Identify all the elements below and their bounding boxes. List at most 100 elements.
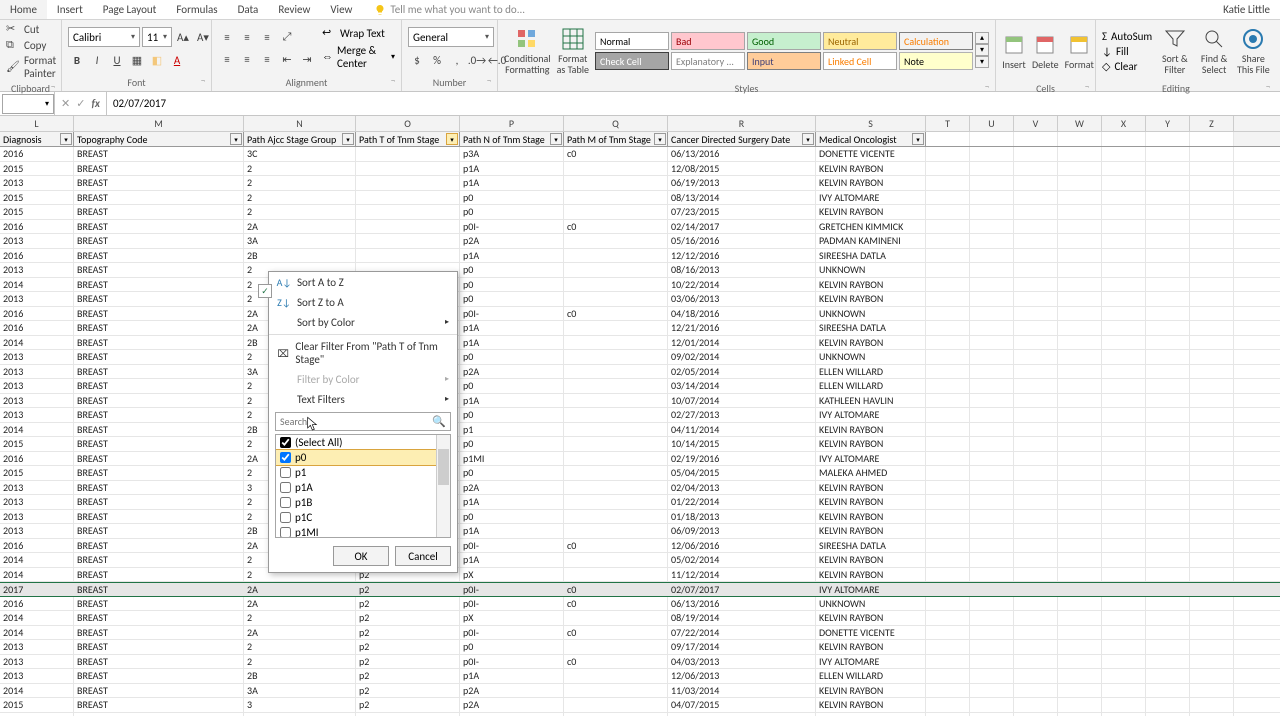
cell[interactable]: p0 (460, 278, 564, 292)
cell[interactable]: p0 (460, 263, 564, 277)
cell[interactable]: p1A (460, 336, 564, 350)
cell[interactable]: 2016 (0, 321, 74, 335)
cell[interactable] (564, 684, 668, 698)
fill-color-button[interactable]: ◧ (148, 51, 166, 69)
cell[interactable]: 3C (244, 147, 356, 161)
cell[interactable] (356, 220, 460, 234)
filter-item[interactable]: p1 (276, 465, 450, 480)
cell[interactable]: p1A (460, 249, 564, 263)
cell[interactable]: p0I- (460, 583, 564, 596)
cell[interactable]: BREAST (74, 583, 244, 596)
table-row[interactable]: 2016BREAST2Ap1A12/21/2016SIREESHA DATLA (0, 321, 1280, 336)
cell[interactable]: BREAST (74, 307, 244, 321)
cell[interactable]: KELVIN RAYBON (816, 292, 926, 306)
number-format-combo[interactable]: General▾ (408, 27, 494, 47)
cell[interactable]: 10/07/2014 (668, 394, 816, 408)
cell[interactable] (564, 568, 668, 582)
font-color-button[interactable]: A (168, 51, 186, 69)
cell[interactable] (356, 205, 460, 219)
filter-button-M[interactable]: ▾ (230, 133, 242, 145)
col-header-V[interactable]: V (1014, 116, 1058, 131)
insert-button[interactable]: Insert (1002, 22, 1026, 80)
cell[interactable]: 12/01/2014 (668, 336, 816, 350)
cell[interactable]: 04/07/2015 (668, 698, 816, 712)
table-row[interactable]: 2014BREAST2p2pX08/19/2014KELVIN RAYBON (0, 611, 1280, 626)
cell[interactable]: 02/27/2013 (668, 408, 816, 422)
cell[interactable]: 2016 (0, 307, 74, 321)
table-row[interactable]: 2014BREAST2Bp1A12/01/2014KELVIN RAYBON (0, 336, 1280, 351)
cell[interactable]: IVY ALTOMARE (816, 452, 926, 466)
cell[interactable]: SIREESHA DATLA (816, 321, 926, 335)
cell[interactable]: p0 (460, 640, 564, 654)
cell[interactable]: 2015 (0, 437, 74, 451)
cell[interactable]: 2016 (0, 597, 74, 611)
cell[interactable]: BREAST (74, 249, 244, 263)
cell[interactable] (564, 292, 668, 306)
cell[interactable]: c0 (564, 597, 668, 611)
cell[interactable]: 2013 (0, 524, 74, 538)
cell[interactable] (564, 234, 668, 248)
filter-item[interactable]: p1C (276, 510, 450, 525)
cell[interactable] (564, 321, 668, 335)
format-as-table-button[interactable]: Format as Table (557, 22, 589, 80)
table-row[interactable]: 2013BREAST2Bp2p1A12/06/2013ELLEN WILLARD (0, 669, 1280, 684)
cell[interactable]: 2014 (0, 278, 74, 292)
cell[interactable]: BREAST (74, 684, 244, 698)
cell[interactable]: 2013 (0, 669, 74, 683)
table-row[interactable]: 2013BREAST3Ap2A02/05/2014ELLEN WILLARD (0, 365, 1280, 380)
cell[interactable]: 2013 (0, 292, 74, 306)
cell[interactable]: p0I- (460, 626, 564, 640)
cell[interactable]: 03/14/2014 (668, 379, 816, 393)
cell[interactable]: 12/06/2016 (668, 539, 816, 553)
style-normal[interactable]: Normal (595, 32, 669, 50)
cell[interactable] (564, 249, 668, 263)
table-row[interactable]: 2013BREAST2p2p001/18/2013KELVIN RAYBON (0, 510, 1280, 525)
table-row[interactable]: 2015BREAST2p1A12/08/2015KELVIN RAYBON (0, 162, 1280, 177)
cell[interactable]: 2A (244, 597, 356, 611)
cell[interactable]: KELVIN RAYBON (816, 510, 926, 524)
copy-button[interactable]: ⧉Copy (6, 38, 56, 52)
cell[interactable]: 02/19/2016 (668, 452, 816, 466)
col-header-M[interactable]: M (74, 116, 244, 131)
tab-page-layout[interactable]: Page Layout (93, 0, 167, 19)
table-row[interactable]: 2013BREAST2p003/06/2013KELVIN RAYBON (0, 292, 1280, 307)
cell[interactable]: 2 (244, 176, 356, 190)
cell[interactable]: BREAST (74, 379, 244, 393)
cell[interactable]: p1A (460, 553, 564, 567)
cell[interactable]: BREAST (74, 452, 244, 466)
table-row[interactable]: 2015BREAST2p008/13/2014IVY ALTOMARE (0, 191, 1280, 206)
cell[interactable] (564, 713, 668, 717)
cell[interactable]: BREAST (74, 466, 244, 480)
cell[interactable]: 10/09/2014 (668, 713, 816, 717)
cell[interactable]: 12/08/2015 (668, 162, 816, 176)
percent-button[interactable]: % (428, 51, 446, 69)
cell[interactable]: BREAST (74, 655, 244, 669)
format-painter-button[interactable]: 🖌Format Painter (6, 54, 56, 80)
cell[interactable]: DONETTE VICENTE (816, 147, 926, 161)
cut-button[interactable]: ✂Cut (6, 22, 56, 36)
cell[interactable]: KELVIN RAYBON (816, 524, 926, 538)
cell[interactable]: p2 (356, 655, 460, 669)
cell[interactable]: 11/03/2014 (668, 684, 816, 698)
table-row[interactable]: 2013BREAST2p2p0I-c004/03/2013IVY ALTOMAR… (0, 655, 1280, 670)
cell[interactable]: UNKNOWN (816, 597, 926, 611)
text-filters[interactable]: Text Filters▸ (269, 389, 457, 409)
cell[interactable] (356, 191, 460, 205)
tab-formulas[interactable]: Formulas (166, 0, 227, 19)
filter-item[interactable]: p1A (276, 480, 450, 495)
table-row[interactable]: 2014BREAST2p2p1A05/02/2014KELVIN RAYBON (0, 553, 1280, 568)
filter-button-L[interactable]: ▾ (60, 133, 72, 145)
cell[interactable]: p2A (460, 684, 564, 698)
cell[interactable]: IVY ALTOMARE (816, 408, 926, 422)
cell[interactable]: ELLEN WILLARD (816, 713, 926, 717)
cell[interactable] (356, 176, 460, 190)
cell[interactable]: 2 (244, 640, 356, 654)
cell[interactable]: 02/07/2017 (668, 583, 816, 596)
cell[interactable]: 2013 (0, 350, 74, 364)
cell[interactable] (564, 669, 668, 683)
share-button[interactable]: Share This File (1237, 22, 1270, 80)
cell[interactable]: pX (460, 611, 564, 625)
cell[interactable]: BREAST (74, 336, 244, 350)
col-header-L[interactable]: L (0, 116, 74, 131)
cell[interactable]: 03/06/2013 (668, 292, 816, 306)
